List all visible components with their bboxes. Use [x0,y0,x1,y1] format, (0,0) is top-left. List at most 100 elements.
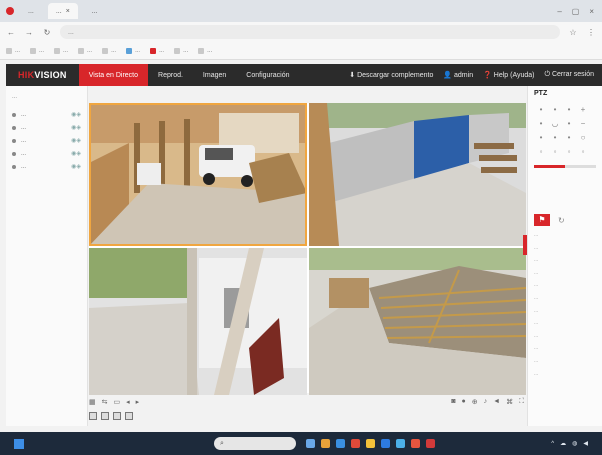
capture-icon[interactable]: ◙ [451,398,455,406]
ptz-focus-icon[interactable]: ○ [576,133,590,147]
preset-item[interactable]: ... [534,320,596,333]
preset-item[interactable]: ... [534,257,596,270]
bookmark[interactable]: ... [78,47,92,54]
ptz-down-left-icon[interactable]: • [534,133,548,147]
ptz-menu-icon[interactable]: ◦ [576,147,590,161]
reload-icon[interactable]: ↻ [42,28,52,37]
browser-tab-active[interactable]: ... × [47,3,78,19]
camera-item[interactable]: ... ◉◈ [12,147,81,160]
bookmark[interactable]: ... [150,47,164,54]
ptz-auto-icon[interactable]: ◡ [548,119,562,133]
nav-configuration[interactable]: Configuración [236,64,299,86]
preset-item[interactable]: ... [534,345,596,358]
chrome-icon[interactable] [411,439,420,448]
preset-item[interactable]: ... [534,295,596,308]
prev-icon[interactable]: ◂ [126,398,130,406]
window-icon[interactable]: ▭ [114,398,121,406]
app-icon[interactable] [351,439,360,448]
layout-2x2-icon[interactable] [101,412,109,420]
ptz-down-right-icon[interactable]: • [562,133,576,147]
chevron-up-icon[interactable]: ^ [551,441,554,447]
network-icon[interactable]: ◍ [572,440,577,447]
stream-icon[interactable]: ⇆ [102,398,108,406]
preset-item[interactable]: ... [534,308,596,321]
ptz-iris-icon[interactable]: ◦ [534,147,548,161]
forward-icon[interactable]: → [24,28,34,37]
mic-icon[interactable]: ⌘ [506,398,513,406]
close-window-icon[interactable]: × [589,7,594,16]
layout-icon[interactable]: ▦ [89,398,96,406]
preset-item[interactable]: ... [534,371,596,384]
menu-icon[interactable]: ⋮ [586,28,596,37]
ptz-down-icon[interactable]: • [548,133,562,147]
record-icon[interactable]: ● [462,398,466,406]
bookmark[interactable]: ... [102,47,116,54]
volume-icon[interactable]: ◄ [493,398,500,406]
audio-icon[interactable]: ♪ [484,398,488,406]
start-icon[interactable] [14,438,24,449]
bookmark[interactable]: ... [126,47,140,54]
layout-4x4-icon[interactable] [125,412,133,420]
store-icon[interactable] [381,439,390,448]
ptz-zoom-out-icon[interactable]: − [576,119,590,133]
maximize-icon[interactable]: ▢ [572,7,580,16]
star-icon[interactable]: ☆ [568,28,578,37]
preset-item[interactable]: ... [534,333,596,346]
preset-item[interactable]: ... [534,358,596,371]
nav-playback[interactable]: Reprod. [148,64,193,86]
layout-1x1-icon[interactable] [89,412,97,420]
fullscreen-icon[interactable]: ⛶ [519,398,524,406]
file-explorer-icon[interactable] [321,439,330,448]
mail-icon[interactable] [396,439,405,448]
camera-icons[interactable]: ◉◈ [71,124,81,131]
preset-item[interactable]: ... [534,232,596,245]
video-cell-3[interactable] [89,248,307,395]
nav-live-view[interactable]: Vista en Directo [78,64,149,86]
app-icon[interactable] [426,439,435,448]
preset-item[interactable]: ... [534,282,596,295]
camera-icons[interactable]: ◉◈ [71,137,81,144]
volume-tray-icon[interactable]: ◀ [583,440,588,447]
video-cell-4[interactable] [309,248,526,395]
camera-item[interactable]: ... ◉◈ [12,108,81,121]
camera-icons[interactable]: ◉◈ [71,111,81,118]
video-cell-1[interactable] [89,103,307,246]
edge-icon[interactable] [336,439,345,448]
ptz-up-icon[interactable]: • [548,105,562,119]
ptz-speed-slider[interactable] [534,165,596,168]
bookmark[interactable]: ... [54,47,68,54]
ptz-wiper-icon[interactable]: ◦ [562,147,576,161]
help-link[interactable]: ❓ Help (Ayuda) [483,71,534,79]
ptz-left-icon[interactable]: • [534,119,548,133]
preset-tab-icon[interactable]: ⚑ [534,214,550,226]
layout-3x3-icon[interactable] [113,412,121,420]
camera-icons[interactable]: ◉◈ [71,163,81,170]
user-link[interactable]: 👤 admin [443,71,473,79]
nav-image[interactable]: Imagen [193,64,236,86]
logout-link[interactable]: ⏻ Cerrar sesión [545,71,595,79]
ptz-light-icon[interactable]: ◦ [548,147,562,161]
browser-tab[interactable]: ... [84,3,106,19]
ptz-zoom-in-icon[interactable]: + [576,105,590,119]
weather-icon[interactable]: ☁ [560,440,566,447]
camera-icons[interactable]: ◉◈ [71,150,81,157]
preset-item[interactable]: ... [534,245,596,258]
camera-item[interactable]: ... ◉◈ [12,134,81,147]
folder-icon[interactable] [366,439,375,448]
zoom-icon[interactable]: ⊕ [472,398,478,406]
browser-tab[interactable]: ... [20,3,42,19]
close-icon[interactable]: × [66,8,70,15]
camera-item[interactable]: ... ◉◈ [12,121,81,134]
video-cell-2[interactable] [309,103,526,246]
download-plugin-link[interactable]: ⬇ Descargar complemento [349,71,433,79]
ptz-up-left-icon[interactable]: • [534,105,548,119]
preset-item[interactable]: ... [534,270,596,283]
bookmark[interactable]: ... [198,47,212,54]
url-field[interactable]: ... [60,25,560,39]
bookmark[interactable]: ... [6,47,20,54]
bookmark[interactable]: ... [30,47,44,54]
camera-item[interactable]: ... ◉◈ [12,160,81,173]
task-view-icon[interactable] [306,439,315,448]
ptz-up-right-icon[interactable]: • [562,105,576,119]
bookmark[interactable]: ... [174,47,188,54]
